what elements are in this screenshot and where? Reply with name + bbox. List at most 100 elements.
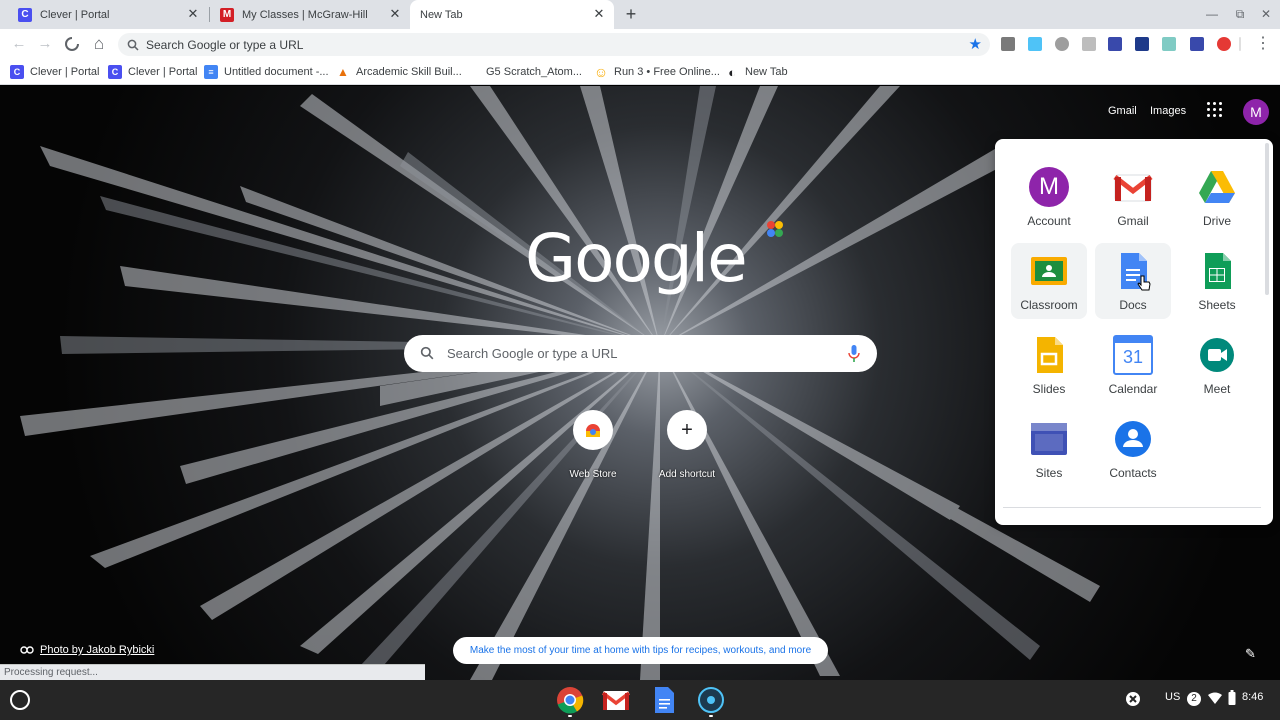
chrome-icon[interactable] xyxy=(556,686,584,714)
app-label: Contacts xyxy=(1109,466,1157,480)
running-indicator xyxy=(709,715,713,717)
loading-spinner-icon xyxy=(65,37,79,51)
microphone-icon[interactable] xyxy=(848,345,860,362)
bookmark-item[interactable]: ◐ New Tab xyxy=(725,64,788,80)
omnibox[interactable]: Search Google or type a URL ★ xyxy=(118,33,990,56)
tab-close-icon[interactable]: ✕ xyxy=(388,7,402,21)
bookmark-item[interactable]: C Clever | Portal xyxy=(108,64,198,80)
app-label: Gmail xyxy=(1117,214,1149,228)
shortcut-add[interactable]: + Add shortcut xyxy=(642,410,732,480)
browser-toolbar: ← → ⌂ Search Google or type a URL ★ ⋮ xyxy=(0,29,1280,59)
search-placeholder: Search Google or type a URL xyxy=(447,346,618,361)
app-classroom[interactable]: Classroom xyxy=(1011,243,1087,319)
menu-icon[interactable]: ⋮ xyxy=(1255,33,1271,55)
sites-icon xyxy=(1031,423,1067,455)
app-contacts[interactable]: Contacts xyxy=(1095,411,1171,487)
restore-button[interactable]: ⧉ xyxy=(1232,6,1248,22)
images-link[interactable]: Images xyxy=(1150,105,1186,117)
extension-icon[interactable] xyxy=(1190,37,1204,51)
input-method-indicator[interactable]: US xyxy=(1165,691,1180,703)
google-logo: Google xyxy=(525,220,748,297)
bookmark-item[interactable]: ☺ Run 3 • Free Online... xyxy=(594,64,720,80)
app-label: Meet xyxy=(1203,382,1231,396)
app-sheets[interactable]: Sheets xyxy=(1179,243,1255,319)
battery-icon[interactable] xyxy=(1228,690,1236,705)
customize-pencil-icon[interactable]: ✎ xyxy=(1245,646,1261,662)
back-button[interactable]: ← xyxy=(8,33,30,55)
tab-title: My Classes | McGraw-Hill xyxy=(242,8,368,21)
avatar[interactable]: M xyxy=(1243,99,1269,125)
clever-icon: C xyxy=(18,7,32,22)
doodle-icon[interactable] xyxy=(766,220,784,238)
extension-icon[interactable] xyxy=(1108,37,1122,51)
extension-icon[interactable] xyxy=(1162,37,1176,51)
minimize-button[interactable]: — xyxy=(1204,6,1220,22)
calendar-icon: 31 xyxy=(1113,335,1153,375)
app-calendar[interactable]: 31 Calendar xyxy=(1095,327,1171,403)
app-label: Docs xyxy=(1119,298,1147,312)
app-slides[interactable]: Slides xyxy=(1011,327,1087,403)
tab-new-tab[interactable]: New Tab ✕ xyxy=(410,0,614,29)
tab-close-icon[interactable]: ✕ xyxy=(592,7,606,21)
stop-loading-button[interactable] xyxy=(61,33,83,55)
gmail-link[interactable]: Gmail xyxy=(1108,105,1137,117)
app-docs[interactable]: Docs xyxy=(1095,243,1171,319)
launcher-button[interactable] xyxy=(10,690,30,710)
drive-icon xyxy=(1199,171,1235,203)
tab-title: Clever | Portal xyxy=(40,8,110,21)
wifi-icon[interactable] xyxy=(1208,692,1222,704)
bookmark-label: Arcademic Skill Buil... xyxy=(356,66,462,78)
photo-credit-link[interactable]: Photo by Jakob Rybicki xyxy=(20,644,154,656)
extension-icon[interactable] xyxy=(1135,37,1149,51)
forward-button[interactable]: → xyxy=(34,33,56,55)
tab-close-icon[interactable]: ✕ xyxy=(186,7,200,21)
bookmark-item[interactable]: G5 Scratch_Atom... xyxy=(486,64,582,80)
docs-icon[interactable] xyxy=(650,686,678,714)
docs-icon: ≡ xyxy=(204,65,218,79)
smiley-icon: ☺ xyxy=(593,64,609,80)
home-button[interactable]: ⌂ xyxy=(88,33,110,55)
extension-icon[interactable] xyxy=(1217,37,1231,51)
plus-icon: + xyxy=(667,410,707,450)
promo-banner[interactable]: Make the most of your time at home with … xyxy=(453,637,828,664)
apps-grid-icon[interactable] xyxy=(1207,102,1223,118)
app-label: Slides xyxy=(1032,382,1066,396)
menu-divider xyxy=(1003,507,1261,508)
window-close-button[interactable]: ✕ xyxy=(1258,6,1274,22)
gmail-icon[interactable] xyxy=(602,686,630,714)
tab-mcgraw-hill[interactable]: M My Classes | McGraw-Hill ✕ xyxy=(210,0,410,29)
bookmark-star-icon[interactable]: ★ xyxy=(969,35,982,53)
tab-clever-portal[interactable]: C Clever | Portal ✕ xyxy=(8,0,208,29)
ntp-search-box[interactable]: Search Google or type a URL xyxy=(404,335,877,372)
extension-icon[interactable] xyxy=(1001,37,1015,51)
app-drive[interactable]: Drive xyxy=(1179,159,1255,235)
assistant-icon[interactable] xyxy=(697,686,725,714)
app-meet[interactable]: Meet xyxy=(1179,327,1255,403)
account-icon: M xyxy=(1029,167,1069,207)
notification-badge[interactable]: 2 xyxy=(1187,692,1201,706)
bookmark-item[interactable]: C Clever | Portal xyxy=(10,64,100,80)
scrollbar[interactable] xyxy=(1265,143,1269,295)
mcgraw-hill-icon: M xyxy=(220,7,234,22)
extension-icon[interactable] xyxy=(1082,37,1096,51)
tab-title: New Tab xyxy=(420,8,463,21)
bookmark-item[interactable]: ▲ Arcademic Skill Buil... xyxy=(336,64,462,80)
classroom-icon xyxy=(1031,257,1067,285)
app-label: Classroom xyxy=(1020,298,1078,312)
extension-icon[interactable] xyxy=(1028,37,1042,51)
bookmark-label: Clever | Portal xyxy=(128,66,198,78)
accessibility-icon[interactable] xyxy=(1125,691,1141,707)
shortcut-web-store[interactable]: Web Store xyxy=(548,410,638,480)
extension-icon[interactable] xyxy=(1055,37,1069,51)
app-account[interactable]: M Account xyxy=(1011,159,1087,235)
clock[interactable]: 8:46 xyxy=(1242,691,1263,703)
bookmarks-bar: C Clever | Portal C Clever | Portal ≡ Untit… xyxy=(0,59,1280,85)
bookmark-item[interactable]: ≡ Untitled document -... xyxy=(204,64,329,80)
new-tab-button[interactable]: + xyxy=(620,3,642,25)
hand-cursor-icon xyxy=(1137,275,1151,291)
app-gmail[interactable]: Gmail xyxy=(1095,159,1171,235)
shortcut-label: Web Store xyxy=(569,469,617,480)
app-sites[interactable]: Sites xyxy=(1011,411,1087,487)
bookmark-label: Untitled document -... xyxy=(224,66,329,78)
new-tab-page: Gmail Images M Google Search Google or t… xyxy=(0,86,1280,680)
